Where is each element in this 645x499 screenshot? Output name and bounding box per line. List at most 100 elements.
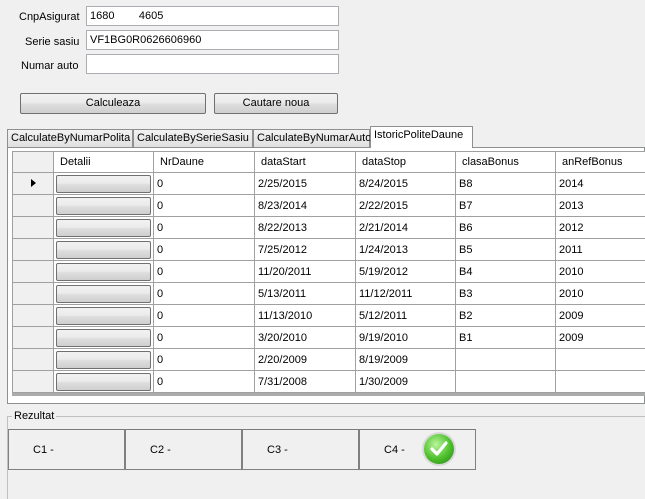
table-row[interactable]: 0 5/13/2011 11/12/2011 B3 2010	[12, 282, 645, 305]
cell-datastop[interactable]: 1/24/2013	[355, 238, 456, 261]
cell-nrdaune[interactable]: 0	[153, 282, 255, 305]
cell-anrefbonus[interactable]: 2011	[555, 238, 645, 261]
detalii-button[interactable]	[56, 174, 151, 193]
cell-datastop[interactable]: 11/12/2011	[355, 282, 456, 305]
column-header-anrefbonus[interactable]: anRefBonus	[555, 151, 645, 173]
column-header-detalii[interactable]: Detalii	[53, 151, 154, 173]
row-header[interactable]	[12, 348, 54, 371]
row-header[interactable]	[12, 326, 54, 349]
cell-anrefbonus[interactable]: 2014	[555, 172, 645, 195]
cell-datastop[interactable]: 8/19/2009	[355, 348, 456, 371]
cell-datastart[interactable]: 8/22/2013	[254, 216, 356, 239]
cell-datastart[interactable]: 5/13/2011	[254, 282, 356, 305]
tab-istoric-polite-daune[interactable]: IstoricPoliteDaune	[370, 126, 473, 148]
row-header[interactable]	[12, 260, 54, 283]
table-row[interactable]: 0 7/31/2008 1/30/2009	[12, 370, 645, 393]
cell-clasabonus[interactable]: B7	[455, 194, 556, 217]
cell-clasabonus[interactable]: B8	[455, 172, 556, 195]
cell-nrdaune[interactable]: 0	[153, 260, 255, 283]
cell-nrdaune[interactable]: 0	[153, 216, 255, 239]
table-row[interactable]: 0 7/25/2012 1/24/2013 B5 2011	[12, 238, 645, 261]
cell-datastart[interactable]: 3/20/2010	[254, 326, 356, 349]
cell-datastop[interactable]: 2/22/2015	[355, 194, 456, 217]
cell-datastart[interactable]: 7/31/2008	[254, 370, 356, 393]
cell-clasabonus[interactable]: B4	[455, 260, 556, 283]
row-header[interactable]	[12, 216, 54, 239]
cell-datastart[interactable]: 7/25/2012	[254, 238, 356, 261]
tab-calculate-by-numar-auto[interactable]: CalculateByNumarAuto	[253, 129, 371, 147]
cell-anrefbonus[interactable]: 2013	[555, 194, 645, 217]
cell-datastart[interactable]: 2/25/2015	[254, 172, 356, 195]
table-row[interactable]: 0 8/23/2014 2/22/2015 B7 2013	[12, 194, 645, 217]
result-c2-label: C2 -	[150, 444, 171, 456]
cell-anrefbonus[interactable]: 2012	[555, 216, 645, 239]
cnp-input[interactable]: 1680 4605	[86, 6, 339, 26]
result-c1: C1 -	[8, 429, 125, 470]
cell-clasabonus[interactable]	[455, 348, 556, 371]
detalii-button[interactable]	[56, 284, 151, 303]
detalii-button[interactable]	[56, 218, 151, 237]
cell-clasabonus[interactable]	[455, 370, 556, 393]
cell-anrefbonus[interactable]: 2010	[555, 260, 645, 283]
table-row[interactable]: 0 11/20/2011 5/19/2012 B4 2010	[12, 260, 645, 283]
table-row[interactable]: 0 2/20/2009 8/19/2009	[12, 348, 645, 371]
cell-anrefbonus[interactable]	[555, 348, 645, 371]
cell-datastart[interactable]: 11/13/2010	[254, 304, 356, 327]
detalii-button[interactable]	[56, 350, 151, 369]
table-row[interactable]: 0 8/22/2013 2/21/2014 B6 2012	[12, 216, 645, 239]
cell-anrefbonus[interactable]: 2009	[555, 304, 645, 327]
cell-nrdaune[interactable]: 0	[153, 370, 255, 393]
detalii-button[interactable]	[56, 306, 151, 325]
cell-datastart[interactable]: 11/20/2011	[254, 260, 356, 283]
cell-datastop[interactable]: 2/21/2014	[355, 216, 456, 239]
cell-nrdaune[interactable]: 0	[153, 348, 255, 371]
cell-datastop[interactable]: 8/24/2015	[355, 172, 456, 195]
cell-nrdaune[interactable]: 0	[153, 172, 255, 195]
cell-nrdaune[interactable]: 0	[153, 238, 255, 261]
serie-sasiu-input[interactable]: VF1BG0R0626606960	[86, 30, 339, 50]
cell-nrdaune[interactable]: 0	[153, 326, 255, 349]
cell-datastop[interactable]: 1/30/2009	[355, 370, 456, 393]
cell-nrdaune[interactable]: 0	[153, 194, 255, 217]
row-header[interactable]	[12, 370, 54, 393]
row-header[interactable]	[12, 194, 54, 217]
cell-clasabonus[interactable]: B5	[455, 238, 556, 261]
detalii-cell	[53, 194, 154, 217]
cell-datastart[interactable]: 2/20/2009	[254, 348, 356, 371]
table-row[interactable]: 0 3/20/2010 9/19/2010 B1 2009	[12, 326, 645, 349]
row-header[interactable]	[12, 172, 54, 195]
result-c3-label: C3 -	[267, 444, 288, 456]
table-row[interactable]: 0 11/13/2010 5/12/2011 B2 2009	[12, 304, 645, 327]
detalii-button[interactable]	[56, 196, 151, 215]
cell-datastop[interactable]: 5/12/2011	[355, 304, 456, 327]
cautare-noua-button[interactable]: Cautare noua	[214, 93, 338, 114]
cell-anrefbonus[interactable]	[555, 370, 645, 393]
detalii-button[interactable]	[56, 328, 151, 347]
tab-calculate-by-numar-polita[interactable]: CalculateByNumarPolita	[7, 129, 133, 147]
detalii-button[interactable]	[56, 240, 151, 259]
column-header-clasabonus[interactable]: clasaBonus	[455, 151, 556, 173]
calculeaza-button[interactable]: Calculeaza	[20, 93, 206, 114]
numar-auto-input[interactable]	[86, 54, 339, 74]
detalii-button[interactable]	[56, 262, 151, 281]
cell-clasabonus[interactable]: B1	[455, 326, 556, 349]
row-header[interactable]	[12, 238, 54, 261]
cell-clasabonus[interactable]: B3	[455, 282, 556, 305]
table-row[interactable]: 0 2/25/2015 8/24/2015 B8 2014	[12, 172, 645, 195]
row-header[interactable]	[12, 304, 54, 327]
cell-anrefbonus[interactable]: 2010	[555, 282, 645, 305]
cell-clasabonus[interactable]: B6	[455, 216, 556, 239]
cell-datastop[interactable]: 5/19/2012	[355, 260, 456, 283]
cell-clasabonus[interactable]: B2	[455, 304, 556, 327]
column-header-datastop[interactable]: dataStop	[355, 151, 456, 173]
istoric-data-grid[interactable]: Detalii NrDaune dataStart dataStop clasa…	[12, 151, 645, 396]
tab-calculate-by-serie-sasiu[interactable]: CalculateBySerieSasiu	[133, 129, 253, 147]
detalii-button[interactable]	[56, 372, 151, 391]
cell-datastart[interactable]: 8/23/2014	[254, 194, 356, 217]
cell-anrefbonus[interactable]: 2009	[555, 326, 645, 349]
cell-datastop[interactable]: 9/19/2010	[355, 326, 456, 349]
cell-nrdaune[interactable]: 0	[153, 304, 255, 327]
column-header-datastart[interactable]: dataStart	[254, 151, 356, 173]
column-header-nrdaune[interactable]: NrDaune	[153, 151, 255, 173]
row-header[interactable]	[12, 282, 54, 305]
